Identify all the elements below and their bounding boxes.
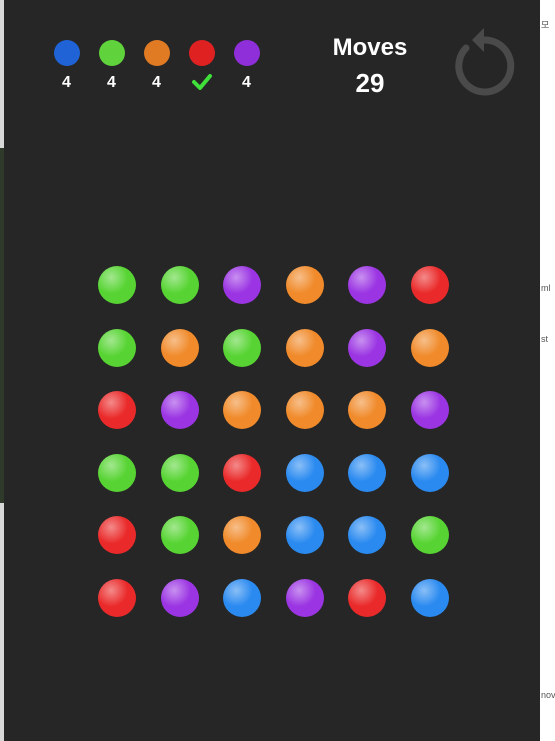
orange-ball[interactable] [410, 328, 449, 367]
legend-count: 4 [152, 74, 161, 91]
blue-ball[interactable] [348, 516, 386, 554]
red-ball[interactable] [223, 453, 261, 492]
edge-label: ml [541, 283, 551, 293]
green-ball[interactable] [160, 266, 199, 304]
purple-ball[interactable] [223, 266, 261, 304]
green-ball[interactable] [160, 516, 199, 554]
green-dot-icon [98, 40, 125, 66]
purple-dot-icon [233, 40, 260, 66]
orange-ball[interactable] [348, 391, 386, 429]
green-ball[interactable] [98, 453, 136, 492]
moves-label: Moves [332, 34, 408, 61]
green-ball[interactable] [98, 266, 136, 304]
green-ball[interactable] [410, 516, 449, 554]
restart-icon [455, 28, 515, 96]
legend-count: 4 [242, 74, 251, 91]
purple-ball[interactable] [348, 266, 386, 304]
purple-ball[interactable] [410, 391, 449, 429]
orange-dot-icon [143, 40, 170, 66]
blue-ball[interactable] [410, 578, 449, 617]
legend-count: 4 [62, 74, 71, 91]
red-dot-icon [188, 40, 215, 66]
orange-ball[interactable] [223, 391, 261, 429]
edge-label: 모 [541, 20, 550, 30]
blue-dot-icon [53, 40, 80, 66]
background-window-right: 모 ml st nov [540, 0, 555, 741]
red-ball[interactable] [98, 516, 136, 554]
legend-item-green: 4 [89, 40, 134, 92]
legend-item-blue: 4 [44, 40, 89, 92]
color-legend: 4 4 4 4 [44, 40, 269, 92]
blue-ball[interactable] [223, 578, 261, 617]
green-ball[interactable] [223, 328, 261, 367]
orange-ball[interactable] [160, 328, 199, 367]
moves-counter: Moves 29 [320, 32, 420, 102]
legend-item-red [179, 40, 224, 92]
orange-ball[interactable] [223, 516, 261, 554]
green-ball[interactable] [160, 453, 199, 492]
orange-ball[interactable] [285, 328, 324, 367]
purple-ball[interactable] [285, 578, 324, 617]
purple-ball[interactable] [160, 391, 199, 429]
blue-ball[interactable] [410, 453, 449, 492]
ball-grid [88, 260, 468, 640]
red-ball[interactable] [410, 266, 449, 304]
red-ball[interactable] [348, 578, 386, 617]
purple-ball[interactable] [348, 328, 386, 367]
red-ball[interactable] [98, 578, 136, 617]
orange-ball[interactable] [285, 266, 324, 304]
moves-value: 29 [355, 68, 385, 98]
legend-item-orange: 4 [134, 40, 179, 92]
purple-ball[interactable] [160, 578, 199, 617]
game-screen: 4 4 4 4 Moves 29 [4, 0, 540, 741]
checkmark-icon [191, 74, 212, 90]
orange-ball[interactable] [285, 391, 324, 429]
legend-item-purple: 4 [224, 40, 269, 92]
blue-ball[interactable] [285, 516, 324, 554]
restart-button[interactable] [450, 26, 520, 102]
green-ball[interactable] [98, 328, 136, 367]
red-ball[interactable] [98, 391, 136, 429]
edge-label: st [541, 334, 549, 344]
edge-label: nov [541, 690, 555, 700]
blue-ball[interactable] [285, 453, 324, 492]
legend-count: 4 [107, 74, 116, 91]
blue-ball[interactable] [348, 453, 386, 492]
